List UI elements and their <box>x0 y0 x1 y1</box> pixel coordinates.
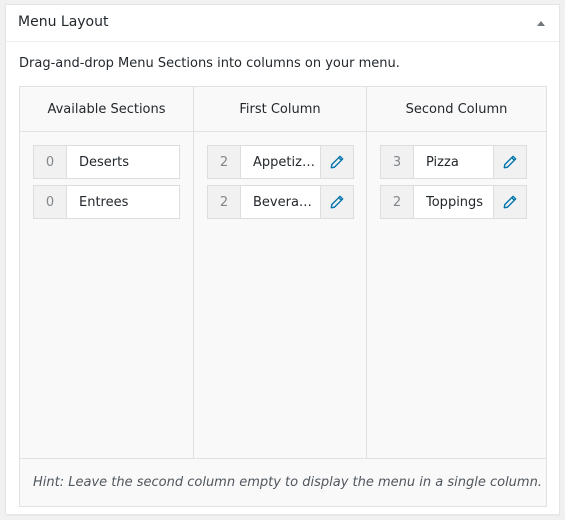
menu-section-item[interactable]: 3 Pizza <box>380 145 527 179</box>
column-drop-zone[interactable]: 0 Deserts 0 Entrees <box>20 132 193 219</box>
item-count: 3 <box>381 146 414 178</box>
item-count: 0 <box>34 186 67 218</box>
item-label: Entrees <box>67 186 179 218</box>
edit-section-button[interactable] <box>493 186 526 218</box>
item-count: 0 <box>34 146 67 178</box>
item-label-text: Beverages <box>253 194 320 210</box>
columns-table: Available Sections 0 Deserts 0 Entrees F… <box>19 86 547 507</box>
column-first: First Column 2 Appetizers 2 Beverages <box>194 87 367 458</box>
item-label-text: Appetizers <box>253 154 320 170</box>
column-drop-zone[interactable]: 2 Appetizers 2 Beverages <box>194 132 366 219</box>
column-second: Second Column 3 Pizza 2 Toppings <box>367 87 546 458</box>
item-label: Pizza <box>414 146 493 178</box>
item-count: 2 <box>208 146 241 178</box>
pencil-icon <box>330 155 344 169</box>
item-label-text: Toppings <box>426 194 484 210</box>
pencil-icon <box>503 155 517 169</box>
menu-section-item[interactable]: 2 Toppings <box>380 185 527 219</box>
panel-title: Menu Layout <box>18 14 109 30</box>
edit-section-button[interactable] <box>320 186 353 218</box>
item-count: 2 <box>208 186 241 218</box>
pencil-icon <box>330 195 344 209</box>
column-header: Second Column <box>367 87 546 132</box>
menu-section-item[interactable]: 2 Appetizers <box>207 145 354 179</box>
menu-layout-panel: Menu Layout Drag-and-drop Menu Sections … <box>5 4 560 515</box>
item-label: Deserts <box>67 146 179 178</box>
edit-section-button[interactable] <box>320 146 353 178</box>
column-header: First Column <box>194 87 366 132</box>
item-label-text: Pizza <box>426 154 459 170</box>
column-header: Available Sections <box>20 87 193 132</box>
menu-section-item[interactable]: 0 Entrees <box>33 185 180 219</box>
item-count: 2 <box>381 186 414 218</box>
item-label: Beverages <box>241 186 320 218</box>
panel-description: Drag-and-drop Menu Sections into columns… <box>19 56 400 71</box>
collapse-toggle-button[interactable] <box>523 5 559 42</box>
triangle-up-icon <box>537 21 545 26</box>
edit-section-button[interactable] <box>493 146 526 178</box>
column-drop-zone[interactable]: 3 Pizza 2 Toppings <box>367 132 546 219</box>
item-label-text: Deserts <box>79 154 129 170</box>
item-label-text: Entrees <box>79 194 129 210</box>
panel-header: Menu Layout <box>6 5 559 42</box>
hint-text: Hint: Leave the second column empty to d… <box>20 458 546 506</box>
menu-section-item[interactable]: 0 Deserts <box>33 145 180 179</box>
menu-section-item[interactable]: 2 Beverages <box>207 185 354 219</box>
pencil-icon <box>503 195 517 209</box>
item-label: Appetizers <box>241 146 320 178</box>
item-label: Toppings <box>414 186 493 218</box>
column-available-sections: Available Sections 0 Deserts 0 Entrees <box>20 87 194 458</box>
